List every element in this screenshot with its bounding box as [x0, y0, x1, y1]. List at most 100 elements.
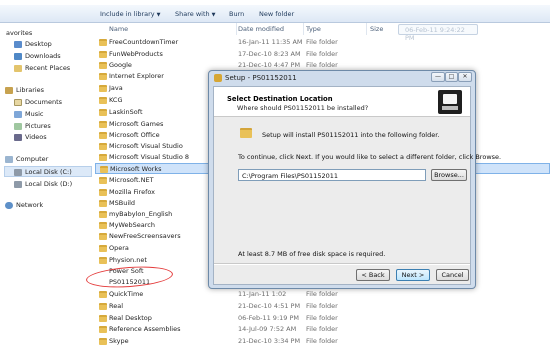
file-name: Google [109, 61, 132, 69]
file-date: 06-Feb-11 9:19 PM [238, 314, 299, 322]
new-folder-button[interactable]: New folder [259, 10, 294, 18]
date-tooltip: 06-Feb-11 9:24:22 PM [398, 24, 478, 42]
file-name: Microsoft Games [109, 120, 164, 128]
file-name: Microsoft Visual Studio [109, 142, 183, 150]
list-item[interactable]: FreeCountdownTimer 16-Jan-11 11:35 AM File… [95, 37, 550, 48]
nav-downloads-label: Downloads [25, 52, 61, 60]
folder-icon [99, 39, 107, 46]
include-in-library-label: Include in library [100, 10, 155, 18]
column-divider[interactable] [366, 23, 367, 35]
setup-app-icon [214, 74, 222, 82]
burn-button[interactable]: Burn [229, 10, 244, 18]
next-button[interactable]: Next > [396, 269, 430, 281]
setup-dialog: Setup - PS01152011 — □ ✕ Select Destinat… [208, 70, 501, 289]
disk-space-text: At least 8.7 MB of free disk space is re… [238, 250, 386, 258]
hard-drive-icon [14, 168, 22, 176]
file-type: File folder [306, 314, 338, 322]
wizard-header: Select Destination Location Where should… [214, 87, 470, 117]
file-name: QuickTime [109, 290, 144, 298]
file-date: 17-Dec-10 8:23 AM [238, 50, 301, 58]
folder-icon [99, 154, 107, 161]
nav-libraries[interactable]: Libraries [5, 86, 44, 94]
file-type: File folder [306, 61, 338, 69]
file-date: 16-Jan-11 11:35 AM [238, 38, 303, 46]
share-with-label: Share with [175, 10, 210, 18]
file-date: 14-Jul-09 7:52 AM [238, 325, 297, 333]
folder-icon [99, 257, 107, 264]
column-divider[interactable] [303, 23, 304, 35]
music-icon [14, 110, 22, 118]
list-item[interactable]: Reference Assemblies 14-Jul-09 7:52 AM Fil… [95, 324, 550, 335]
file-type: File folder [306, 290, 338, 298]
folder-icon [99, 291, 107, 298]
new-folder-label: New folder [259, 10, 295, 18]
file-name: Java [109, 84, 123, 92]
column-name[interactable]: Name [109, 25, 128, 33]
minimize-icon: — [435, 73, 441, 80]
list-item[interactable]: QuickTime 11-Jan-11 1:02 File folder [95, 289, 550, 300]
nav-music-label: Music [25, 110, 44, 118]
nav-recent-places[interactable]: Recent Places [14, 64, 70, 72]
nav-desktop-label: Desktop [25, 40, 52, 48]
file-name: Real [109, 302, 124, 310]
folder-icon [99, 222, 107, 229]
list-item[interactable]: FunWebProducts 17-Dec-10 8:23 AM File fold… [95, 49, 550, 60]
nav-documents-label: Documents [25, 98, 63, 106]
maximize-button[interactable]: □ [445, 72, 458, 82]
column-type[interactable]: Type [306, 25, 321, 33]
file-name: Microsoft Office [109, 131, 160, 139]
nav-libraries-label: Libraries [16, 86, 45, 94]
documents-icon [14, 98, 22, 106]
nav-network[interactable]: Network [5, 201, 43, 209]
nav-favorites-label: avorites [6, 29, 33, 37]
file-name: NewFreeScreensavers [109, 232, 181, 240]
nav-favorites[interactable]: avorites [6, 29, 32, 37]
include-in-library-button[interactable]: Include in library ▼ [100, 10, 161, 18]
folder-icon [99, 303, 107, 310]
list-item[interactable]: Real 21-Dec-10 4:51 PM File folder [95, 301, 550, 312]
nav-pictures[interactable]: Pictures [14, 122, 51, 130]
file-name: Mozilla Firefox [109, 188, 155, 196]
burn-label: Burn [229, 10, 245, 18]
nav-downloads[interactable]: Downloads [14, 52, 61, 60]
nav-local-c-label: Local Disk (C:) [25, 168, 72, 176]
file-name: MSBuild [109, 199, 136, 207]
destination-path-input[interactable]: C:\Program Files\PS01152011 [238, 169, 426, 181]
column-size[interactable]: Size [370, 25, 383, 33]
nav-videos-label: Videos [25, 133, 47, 141]
file-name: myBabylon_English [109, 210, 173, 218]
file-name: Microsoft.NET [109, 176, 154, 184]
nav-local-disk-d[interactable]: Local Disk (D:) [14, 180, 72, 188]
nav-computer[interactable]: Computer [5, 155, 48, 163]
column-divider[interactable] [236, 23, 237, 35]
dialog-titlebar[interactable]: Setup - PS01152011 — □ ✕ [209, 71, 475, 85]
nav-local-disk-c[interactable]: Local Disk (C:) [14, 168, 72, 176]
folder-icon [99, 143, 107, 150]
nav-desktop[interactable]: Desktop [14, 40, 52, 48]
maximize-icon: □ [448, 73, 455, 80]
file-type: File folder [306, 50, 338, 58]
command-bar: Include in library ▼ Share with ▼ Burn New… [0, 5, 550, 23]
file-name: Opera [109, 244, 129, 252]
file-name: KCG [109, 96, 123, 104]
folder-icon [99, 109, 107, 116]
list-item[interactable]: Real Desktop 06-Feb-11 9:19 PM File folder [95, 313, 550, 324]
nav-computer-label: Computer [16, 155, 49, 163]
file-name: Skype [109, 337, 129, 345]
list-item[interactable]: Skype 21-Dec-10 3:34 PM File folder [95, 336, 550, 347]
cancel-button[interactable]: Cancel [436, 269, 469, 281]
close-button[interactable]: ✕ [458, 72, 472, 82]
folder-icon [99, 132, 107, 139]
folder-icon [99, 62, 107, 69]
nav-documents[interactable]: Documents [14, 98, 62, 106]
minimize-button[interactable]: — [431, 72, 445, 82]
share-with-button[interactable]: Share with ▼ [175, 10, 215, 18]
wizard-heading: Select Destination Location [227, 95, 333, 103]
back-button[interactable]: < Back [356, 269, 390, 281]
folder-icon [100, 166, 108, 173]
nav-videos[interactable]: Videos [14, 133, 47, 141]
nav-music[interactable]: Music [14, 110, 44, 118]
browse-button[interactable]: Browse... [431, 169, 467, 181]
column-date-modified[interactable]: Date modified [238, 25, 284, 33]
folder-icon [99, 189, 107, 196]
